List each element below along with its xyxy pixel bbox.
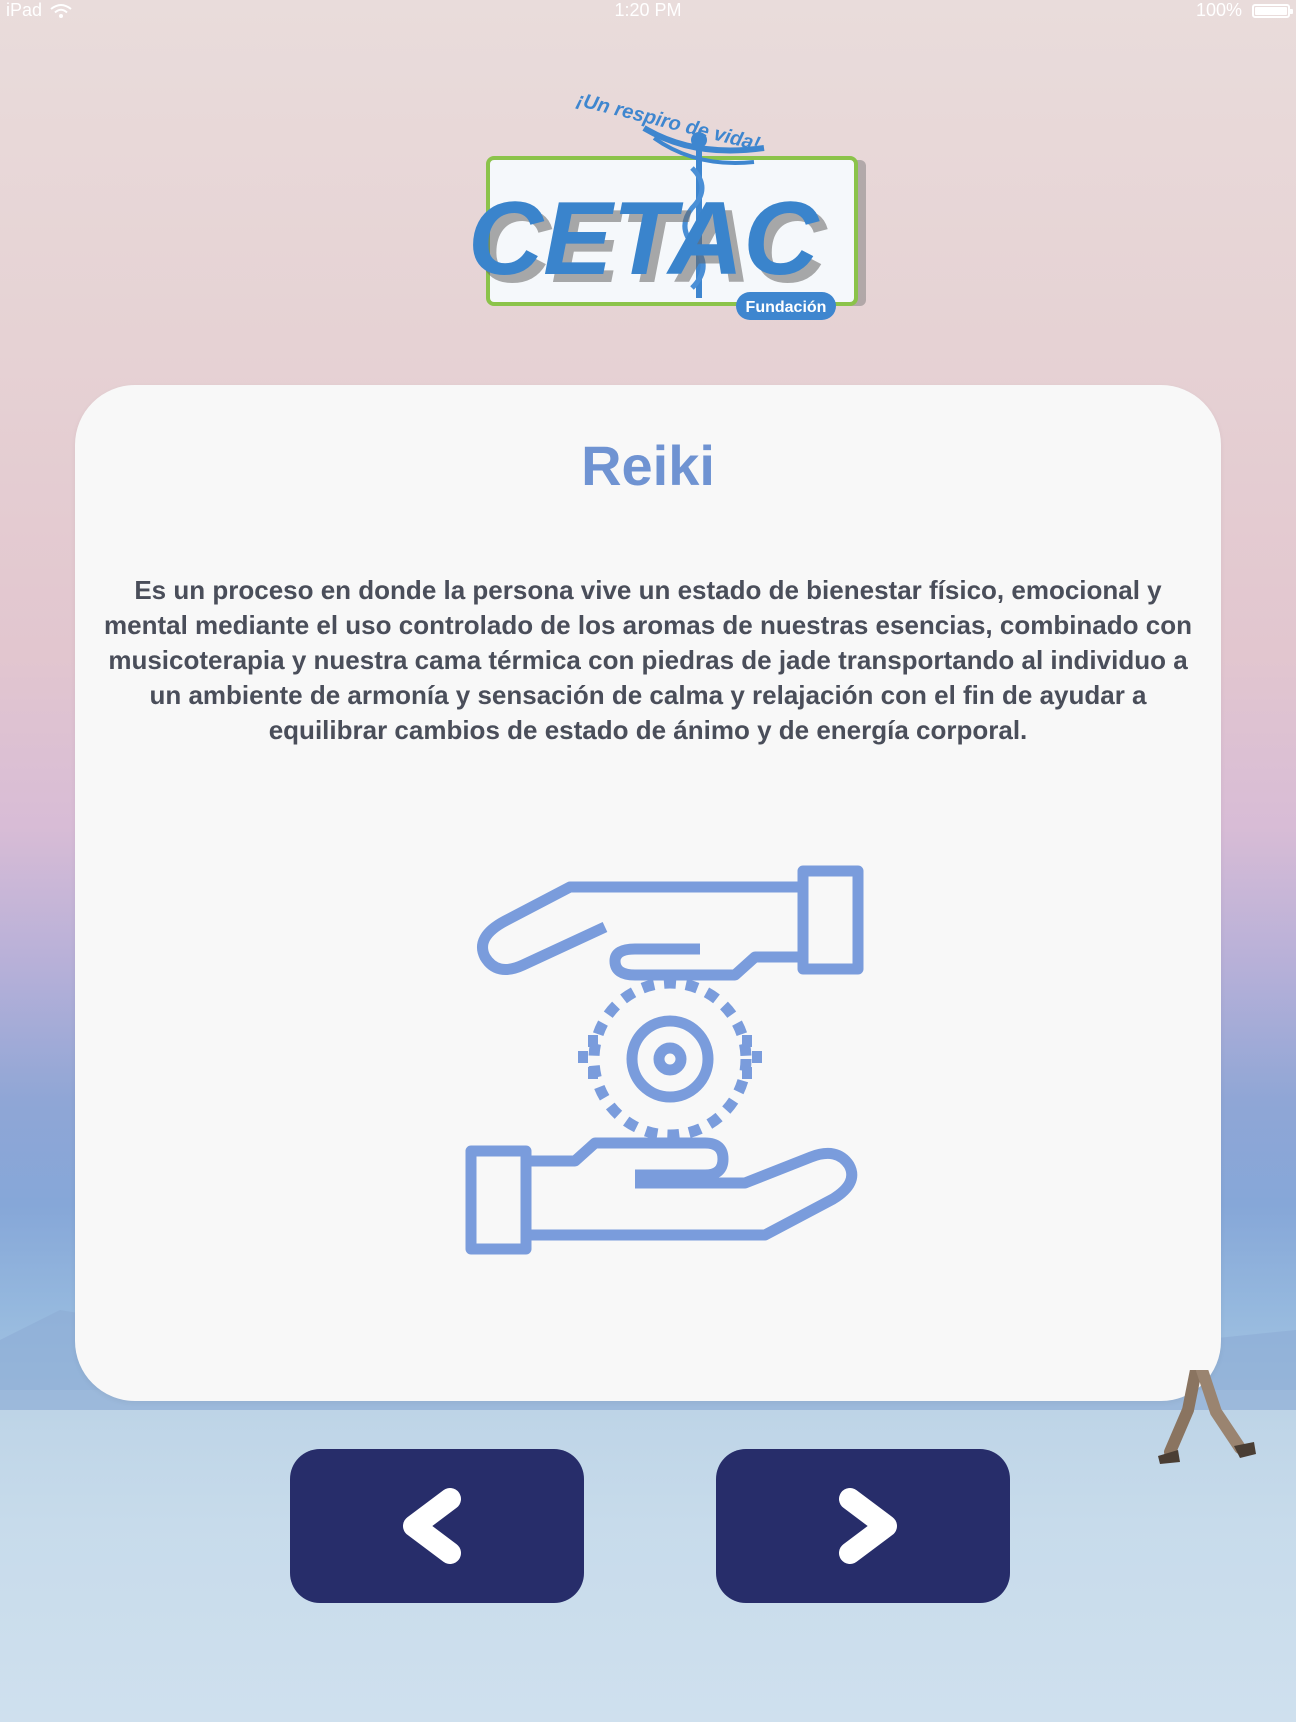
next-button[interactable] bbox=[716, 1449, 1010, 1603]
status-bar: iPad 1:20 PM 100% bbox=[0, 0, 1296, 24]
chevron-right-icon bbox=[839, 1488, 897, 1564]
page-title: Reiki bbox=[581, 434, 715, 497]
walking-person bbox=[1158, 1370, 1256, 1464]
status-time: 1:20 PM bbox=[614, 0, 682, 20]
battery-icon bbox=[1252, 3, 1293, 18]
logo-brand: CETAC bbox=[468, 181, 820, 297]
reiki-hands-icon bbox=[465, 865, 864, 1255]
cetac-logo: ¡Un respiro de vida! CETAC CETAC Fundaci… bbox=[464, 88, 884, 328]
logo-subtitle: Fundación bbox=[746, 299, 827, 316]
chevron-left-icon bbox=[403, 1488, 461, 1564]
previous-button[interactable] bbox=[290, 1449, 584, 1603]
background-ground bbox=[0, 1390, 1296, 1722]
battery-percent: 100% bbox=[1195, 0, 1242, 20]
description-text: Es un proceso en donde la persona vive u… bbox=[104, 575, 1192, 745]
reiki-card: Reiki Es un proceso en donde la persona … bbox=[75, 385, 1221, 1401]
